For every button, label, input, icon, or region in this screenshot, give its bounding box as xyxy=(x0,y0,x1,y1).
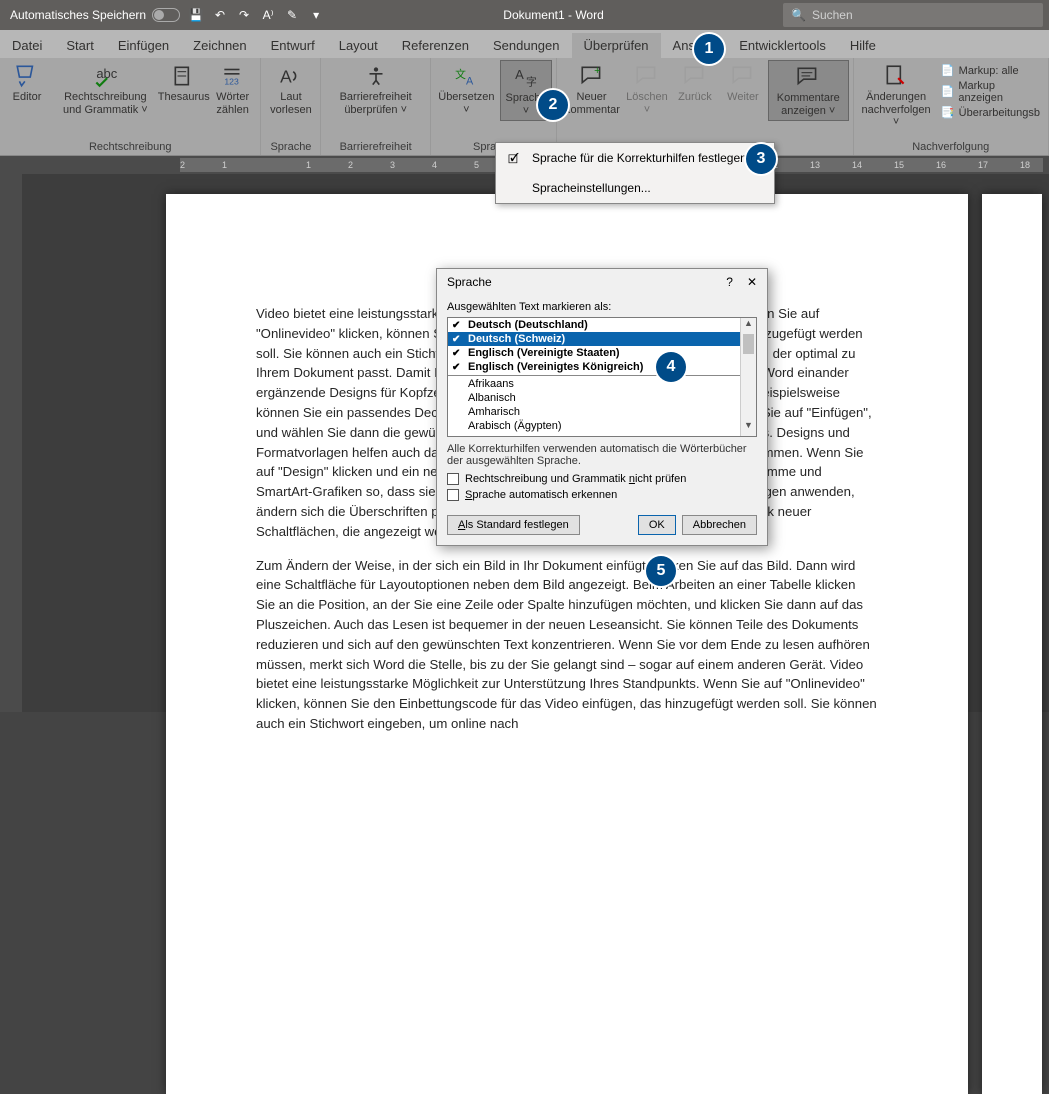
show-comments-button[interactable]: Kommentare anzeigen ˅ xyxy=(768,60,849,121)
markup-display-dropdown[interactable]: 📄Markup: alle xyxy=(941,64,1040,78)
language-option[interactable]: ✔Deutsch (Schweiz) xyxy=(448,332,756,346)
svg-text:A: A xyxy=(515,67,524,82)
language-option[interactable]: Afrikaans xyxy=(448,377,756,391)
vertical-ruler[interactable] xyxy=(0,174,22,712)
tab-referenzen[interactable]: Referenzen xyxy=(390,33,481,58)
window-title: Dokument1 - Word xyxy=(324,8,783,22)
prev-comment-button[interactable]: Zurück xyxy=(672,60,718,107)
undo-icon[interactable]: ↶ xyxy=(212,7,228,23)
annotation-badge-3: 3 xyxy=(746,144,776,174)
document-page-next[interactable] xyxy=(982,194,1042,1094)
dialog-title: Sprache xyxy=(447,275,492,289)
language-option[interactable]: Amharisch xyxy=(448,405,756,419)
spelling-grammar-button[interactable]: abcRechtschreibung und Grammatik ˅ xyxy=(52,60,159,119)
editor-button[interactable]: Editor xyxy=(4,60,50,107)
dialog-label: Ausgewählten Text markieren als: xyxy=(447,301,757,313)
svg-text:A: A xyxy=(280,67,292,87)
tab-entwurf[interactable]: Entwurf xyxy=(259,33,327,58)
language-option[interactable]: ✔Englisch (Vereinigtes Königreich) xyxy=(448,360,756,374)
translate-button[interactable]: 文AÜbersetzen ˅ xyxy=(435,60,498,119)
svg-text:+: + xyxy=(594,65,600,77)
word-count-button[interactable]: 123Wörter zählen xyxy=(209,60,257,119)
body-paragraph[interactable]: Zum Ändern der Weise, in der sich ein Bi… xyxy=(256,556,878,734)
language-preferences-item[interactable]: Spracheinstellungen... xyxy=(496,173,774,203)
search-placeholder: Suchen xyxy=(812,8,853,22)
help-icon[interactable]: ? xyxy=(726,275,733,289)
reviewing-pane-dropdown[interactable]: 📑Überarbeitungsb xyxy=(941,106,1040,120)
autosave-toggle[interactable]: Automatisches Speichern xyxy=(10,8,180,22)
tab-entwicklertools[interactable]: Entwicklertools xyxy=(727,33,838,58)
annotation-badge-2: 2 xyxy=(538,90,568,120)
scroll-up-icon[interactable]: ▲ xyxy=(741,318,756,334)
next-comment-button[interactable]: Weiter xyxy=(720,60,766,107)
tab-zeichnen[interactable]: Zeichnen xyxy=(181,33,258,58)
tab-überprüfen[interactable]: Überprüfen xyxy=(572,33,661,58)
cancel-button[interactable]: Abbrechen xyxy=(682,515,757,535)
track-changes-button[interactable]: Änderungen nachverfolgen ˅ xyxy=(858,60,935,132)
set-proofing-language-item[interactable]: 🗹Sprache für die Korrekturhilfen festleg… xyxy=(496,143,774,173)
thesaurus-button[interactable]: Thesaurus xyxy=(161,60,207,107)
search-icon: 🔍 xyxy=(791,8,806,22)
language-option[interactable]: Arabisch (Ägypten) xyxy=(448,419,756,433)
group-label-accessibility: Barrierefreiheit xyxy=(325,139,425,155)
accessibility-button[interactable]: Barrierefreiheit überprüfen ˅ xyxy=(325,60,425,119)
readaloud-icon[interactable]: A⁾ xyxy=(260,7,276,23)
group-label-spelling: Rechtschreibung xyxy=(4,139,256,155)
language-listbox[interactable]: ✔Deutsch (Deutschland)✔Deutsch (Schweiz)… xyxy=(447,317,757,437)
group-label-tracking: Nachverfolgung xyxy=(858,139,1044,155)
new-comment-button[interactable]: +Neuer Kommentar xyxy=(561,60,622,119)
language-option[interactable]: ✔Englisch (Vereinigte Staaten) xyxy=(448,346,756,360)
language-option[interactable]: ✔Deutsch (Deutschland) xyxy=(448,318,756,332)
group-label-speech: Sprache xyxy=(265,139,316,155)
svg-text:A: A xyxy=(466,76,474,88)
touch-icon[interactable]: ✎ xyxy=(284,7,300,23)
ok-button[interactable]: OK xyxy=(638,515,676,535)
do-not-check-checkbox[interactable]: Rechtschreibung und Grammatik nicht prüf… xyxy=(447,473,757,485)
tab-start[interactable]: Start xyxy=(54,33,105,58)
proofing-icon: 🗹 xyxy=(508,150,524,166)
tab-datei[interactable]: Datei xyxy=(0,33,54,58)
svg-text:文: 文 xyxy=(456,67,467,81)
title-bar: Automatisches Speichern 💾 ↶ ↷ A⁾ ✎ ▾ Dok… xyxy=(0,0,1049,30)
language-dropdown-menu: 🗹Sprache für die Korrekturhilfen festleg… xyxy=(495,142,775,204)
scroll-down-icon[interactable]: ▼ xyxy=(741,420,756,436)
qat-more-icon[interactable]: ▾ xyxy=(308,7,324,23)
tab-sendungen[interactable]: Sendungen xyxy=(481,33,572,58)
annotation-badge-5: 5 xyxy=(646,556,676,586)
redo-icon[interactable]: ↷ xyxy=(236,7,252,23)
delete-comment-button[interactable]: Löschen ˅ xyxy=(624,60,670,119)
svg-text:字: 字 xyxy=(526,75,537,89)
annotation-badge-1: 1 xyxy=(694,34,724,64)
close-icon[interactable]: ✕ xyxy=(747,275,757,289)
detect-language-checkbox[interactable]: Sprache automatisch erkennen xyxy=(447,489,757,501)
annotation-badge-4: 4 xyxy=(656,352,686,382)
save-icon[interactable]: 💾 xyxy=(188,7,204,23)
tab-hilfe[interactable]: Hilfe xyxy=(838,33,888,58)
read-aloud-button[interactable]: ALaut vorlesen xyxy=(265,60,316,119)
tab-layout[interactable]: Layout xyxy=(327,33,390,58)
ribbon-tabs: DateiStartEinfügenZeichnenEntwurfLayoutR… xyxy=(0,30,1049,58)
tab-einfügen[interactable]: Einfügen xyxy=(106,33,181,58)
dialog-note: Alle Korrekturhilfen verwenden automatis… xyxy=(447,443,757,467)
listbox-scrollbar[interactable]: ▲ ▼ xyxy=(740,318,756,436)
show-markup-dropdown[interactable]: 📄Markup anzeigen xyxy=(941,80,1040,104)
set-default-button[interactable]: Als Standard festlegen xyxy=(447,515,580,535)
language-dialog: Sprache ? ✕ Ausgewählten Text markieren … xyxy=(436,268,768,546)
language-option[interactable]: Albanisch xyxy=(448,391,756,405)
scroll-thumb[interactable] xyxy=(743,334,754,354)
search-box[interactable]: 🔍 Suchen xyxy=(783,3,1043,27)
svg-text:123: 123 xyxy=(224,77,239,87)
toggle-switch-off[interactable] xyxy=(152,8,180,22)
